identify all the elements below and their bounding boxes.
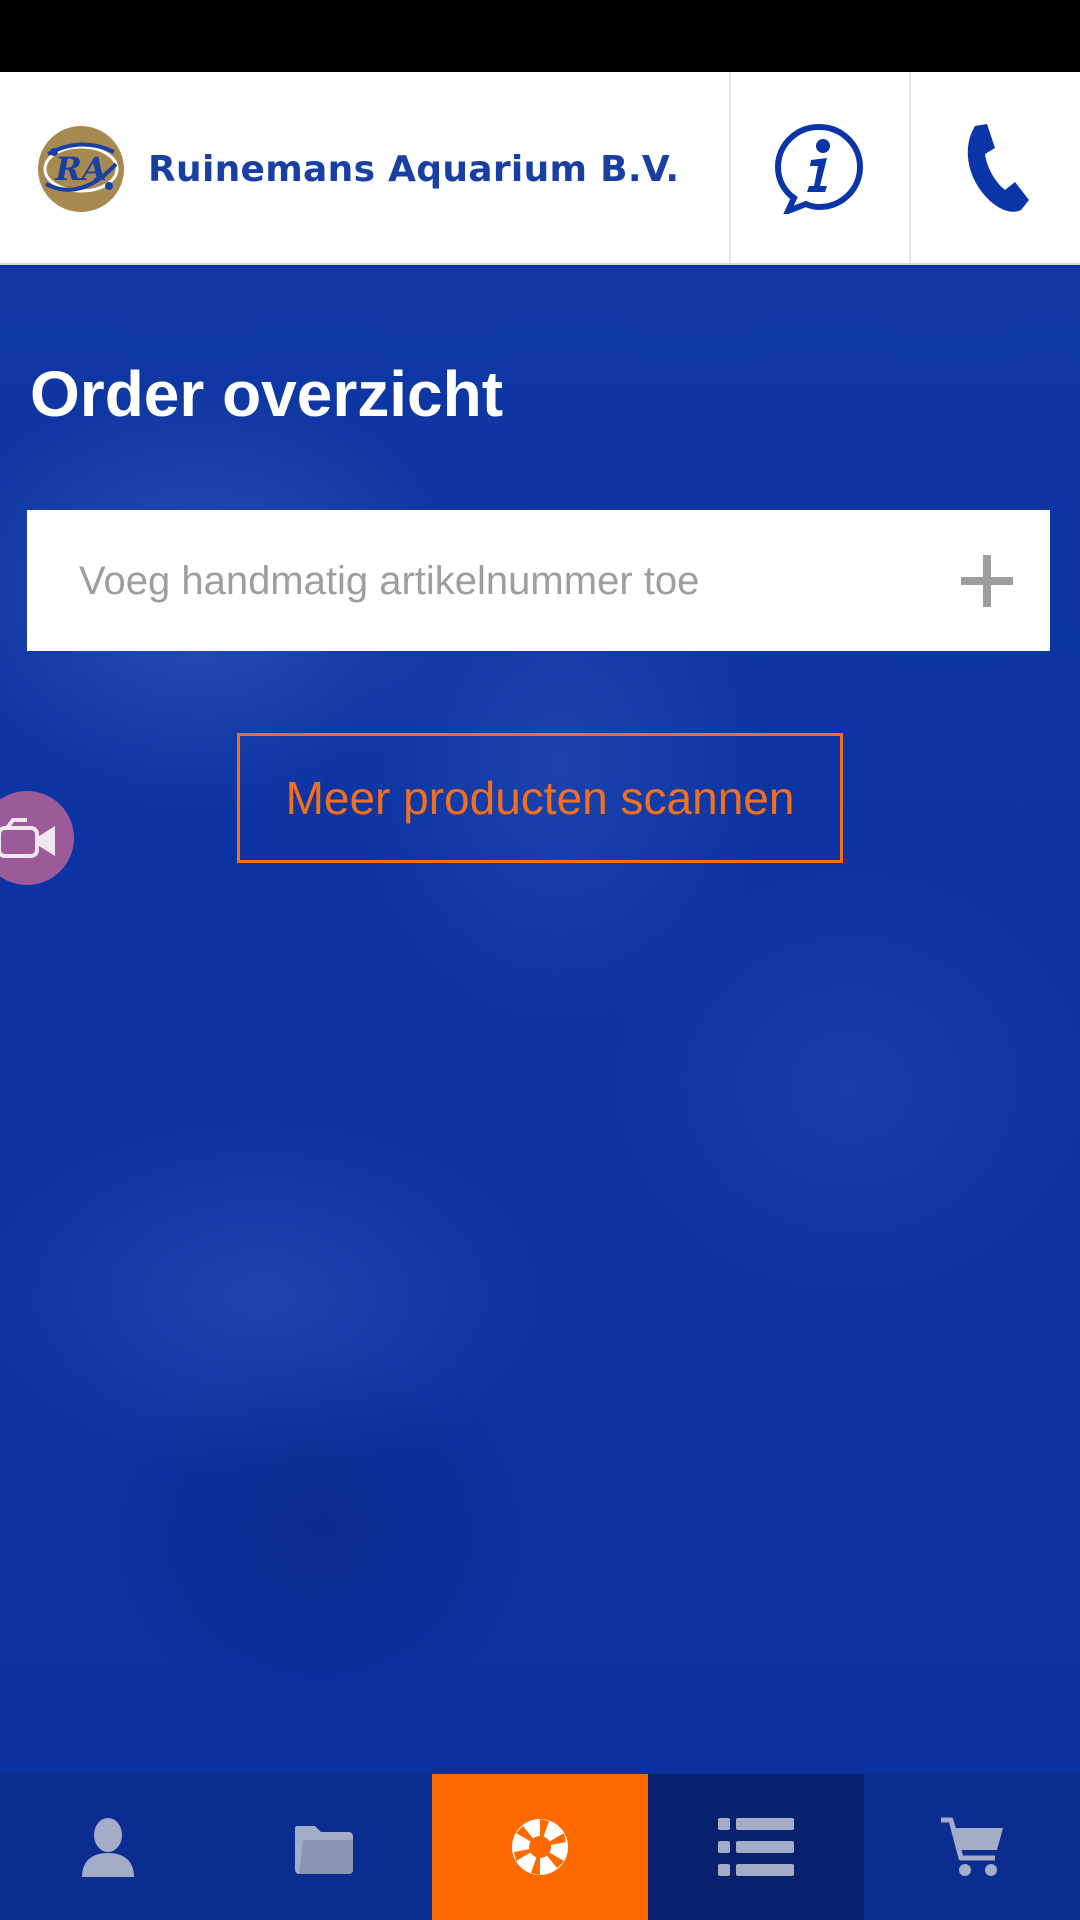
page-title: Order overzicht	[30, 358, 504, 430]
video-camera-icon	[0, 818, 55, 858]
app-header: RA Ruinemans Aquarium B.V.	[0, 72, 1080, 265]
bottom-navigation	[0, 1774, 1080, 1920]
brand-name: Ruinemans Aquarium B.V.	[148, 148, 680, 190]
brand-logo-mark: RA	[38, 126, 124, 212]
article-number-input[interactable]	[77, 510, 941, 653]
list-icon	[718, 1818, 794, 1876]
camera-shutter-icon	[512, 1819, 568, 1875]
plus-icon	[961, 555, 1013, 607]
call-button[interactable]	[909, 72, 1080, 263]
user-icon	[82, 1818, 134, 1877]
svg-text:RA: RA	[54, 150, 106, 188]
nav-cart[interactable]	[864, 1774, 1080, 1920]
nav-scan[interactable]	[432, 1774, 648, 1920]
brand-logo[interactable]: RA Ruinemans Aquarium B.V.	[36, 122, 679, 216]
add-article-button[interactable]	[952, 546, 1022, 616]
scan-more-products-button[interactable]: Meer producten scannen	[237, 733, 843, 863]
article-number-field	[27, 510, 1050, 653]
order-overview-panel: Order overzicht Meer producten scannen	[0, 267, 1080, 1774]
nav-documents[interactable]	[216, 1774, 432, 1920]
folder-icon	[295, 1826, 353, 1874]
info-button[interactable]	[729, 72, 907, 263]
status-bar	[0, 0, 1080, 72]
cart-icon	[941, 1817, 1003, 1876]
nav-account[interactable]	[0, 1774, 216, 1920]
info-icon	[774, 123, 864, 214]
nav-order-list[interactable]	[648, 1774, 864, 1920]
phone-icon	[967, 123, 1029, 212]
video-call-button[interactable]	[0, 791, 74, 885]
